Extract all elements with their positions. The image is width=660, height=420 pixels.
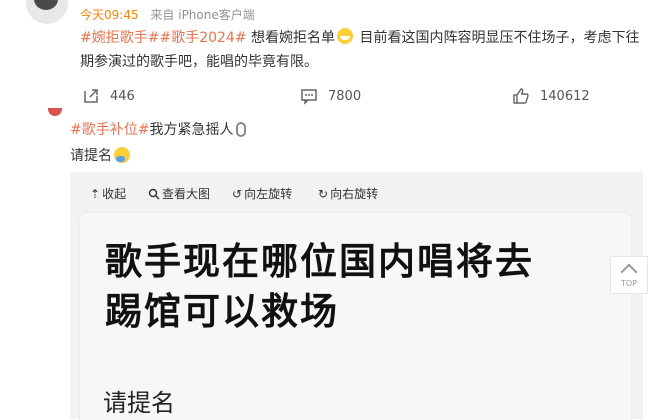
rotate-right-button[interactable]: ↻ 向右旋转 xyxy=(318,185,378,202)
rotate-left-button[interactable]: ↺ 向左旋转 xyxy=(232,185,292,202)
magnifier-icon xyxy=(148,188,160,199)
rotate-right-label: 向右旋转 xyxy=(330,187,379,201)
headline-line1: 歌手现在哪位国内唱将去 xyxy=(105,240,534,283)
post-actions: 446 7800 140612 xyxy=(80,87,640,113)
comment-icon xyxy=(301,89,317,105)
rotate-left-icon: ↺ xyxy=(232,186,243,201)
hashtag-link[interactable]: #歌手补位# xyxy=(70,122,149,138)
image-headline: 歌手现在哪位国内唱将去 踢馆可以救场 xyxy=(105,237,625,337)
view-large-button[interactable]: 查看大图 xyxy=(148,185,210,202)
thinking-emoji-icon xyxy=(114,147,130,163)
headline-line2: 踢馆可以救场 xyxy=(105,290,339,333)
back-to-top-button[interactable]: TOP xyxy=(610,256,648,294)
collapse-label: 收起 xyxy=(102,187,127,201)
repost-icon xyxy=(84,89,98,103)
like-button[interactable]: 140612 xyxy=(512,87,590,105)
post-meta: 今天09:45 来自 iPhone客户端 xyxy=(80,6,255,23)
embedded-image[interactable]: 歌手现在哪位国内唱将去 踢馆可以救场 请提名 xyxy=(79,212,632,420)
repost-count: 446 xyxy=(110,88,135,104)
hashtag-link[interactable]: #婉拒歌手# xyxy=(80,30,159,46)
microphone-icon xyxy=(236,122,247,137)
comment-count: 7800 xyxy=(328,88,362,104)
repost-text-line2: 请提名 xyxy=(70,144,130,168)
repost-prompt: 请提名 xyxy=(70,148,112,164)
image-ask-text: 请提名 xyxy=(103,389,175,417)
author-avatar[interactable] xyxy=(26,0,68,24)
collapse-arrow-icon: ⇡ xyxy=(90,186,101,201)
view-large-label: 查看大图 xyxy=(162,187,211,201)
chevron-up-icon xyxy=(620,263,638,281)
repost-text: #歌手补位#我方紧急摇人 xyxy=(70,118,247,142)
rotate-left-label: 向左旋转 xyxy=(244,187,293,201)
grin-emoji-icon xyxy=(337,28,354,44)
collapse-button[interactable]: ⇡ 收起 xyxy=(90,185,126,202)
rotate-right-icon: ↻ xyxy=(318,186,329,201)
image-toolbar: ⇡ 收起 查看大图 ↺ 向左旋转 ↻ 向右旋转 xyxy=(70,172,643,212)
repost-button[interactable]: 446 xyxy=(82,87,135,105)
post-time[interactable]: 今天09:45 xyxy=(80,8,139,22)
repost-message: 我方紧急摇人 xyxy=(149,122,234,138)
image-viewer: ⇡ 收起 查看大图 ↺ 向左旋转 ↻ 向右旋转 歌手现在哪位国内唱将去 踢馆可以… xyxy=(70,172,643,420)
post-source: 来自 iPhone客户端 xyxy=(150,8,255,22)
thumbs-up-icon xyxy=(513,88,529,104)
repost-avatar[interactable] xyxy=(48,108,62,116)
comment-button[interactable]: 7800 xyxy=(300,87,361,105)
post-text: 想看婉拒名单 xyxy=(251,30,336,46)
hashtag-link[interactable]: #歌手2024# xyxy=(159,30,246,46)
post-body: #婉拒歌手##歌手2024# 想看婉拒名单 目前看这国内阵容明显压不住场子，考虑… xyxy=(80,26,640,74)
like-count: 140612 xyxy=(540,88,590,104)
